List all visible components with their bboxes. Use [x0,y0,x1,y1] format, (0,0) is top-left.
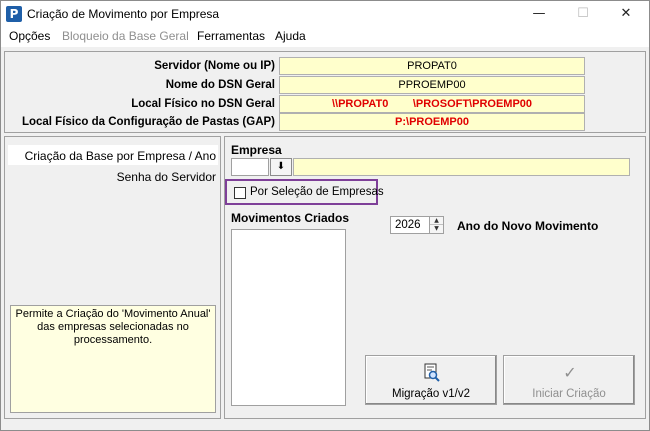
dsn-path-label: Local Físico no DSN Geral [131,98,275,110]
iniciar-criacao-label: Iniciar Criação [532,388,606,400]
selection-checkbox-highlight: Por Seleção de Empresas [225,179,384,205]
year-stepper[interactable]: 2026 ▲ ▼ [390,216,444,234]
checkmark-icon: ✓ [563,363,577,382]
minimize-button[interactable]: — [517,1,561,27]
server-name-value: PROPAT0 [279,57,585,75]
document-search-icon [422,363,442,383]
left-nav-panel: Criação da Base por Empresa / Ano Senha … [4,136,221,419]
movimentos-list[interactable] [231,229,346,406]
server-name-label: Servidor (Nome ou IP) [154,60,275,72]
app-logo-icon: P [6,6,22,22]
selection-checkbox-label[interactable]: Por Seleção de Empresas [250,186,384,198]
dsn-path-value: \\PROPAT0 \PROSOFT\PROEMP00 [279,95,585,113]
creation-panel: Empresa ⬇ Por Seleção de Empresas Movime… [224,136,646,419]
gap-path-value: P:\PROEMP00 [279,113,585,131]
menu-bloqueio-base-geral[interactable]: Bloqueio da Base Geral [62,29,189,43]
help-description: Permite a Criação do 'Movimento Anual' d… [10,305,216,413]
menu-bar: Opções Bloqueio da Base Geral Ferramenta… [1,27,649,47]
server-info-panel: Servidor (Nome ou IP) PROPAT0 Nome do DS… [4,51,646,133]
migracao-button[interactable]: Migração v1/v2 [365,355,497,405]
spin-down-icon[interactable]: ▼ [430,225,443,233]
dsn-name-label: Nome do DSN Geral [165,79,275,91]
menu-ferramentas[interactable]: Ferramentas [197,29,265,43]
window-title: Criação de Movimento por Empresa [27,7,220,21]
arrow-down-icon: ⬇ [276,161,286,172]
empresa-name-field [293,158,630,176]
year-label: Ano do Novo Movimento [457,219,599,233]
close-button[interactable]: ✕ [604,1,648,27]
menu-opcoes[interactable]: Opções [9,29,50,43]
nav-item-criacao-base[interactable]: Criação da Base por Empresa / Ano [25,149,216,163]
title-bar: P Criação de Movimento por Empresa — ☐ ✕ [1,1,649,27]
movimentos-label: Movimentos Criados [231,211,350,225]
nav-item-senha-servidor[interactable]: Senha do Servidor [117,170,216,184]
main-window: P Criação de Movimento por Empresa — ☐ ✕… [0,0,650,431]
year-value[interactable]: 2026 [395,219,421,231]
dsn-name-value: PPROEMP00 [279,76,585,94]
empresa-code-input[interactable] [231,158,269,176]
migracao-button-label: Migração v1/v2 [392,388,470,400]
maximize-button[interactable]: ☐ [561,1,605,27]
menu-ajuda[interactable]: Ajuda [275,29,306,43]
empresa-lookup-button[interactable]: ⬇ [270,158,292,176]
year-spin-buttons: ▲ ▼ [429,217,443,233]
iniciar-criacao-button[interactable]: ✓ Iniciar Criação [503,355,635,405]
gap-path-label: Local Físico da Configuração de Pastas (… [21,116,275,128]
selection-checkbox[interactable] [234,187,246,199]
spin-up-icon[interactable]: ▲ [430,217,443,225]
empresa-label: Empresa [231,143,282,157]
